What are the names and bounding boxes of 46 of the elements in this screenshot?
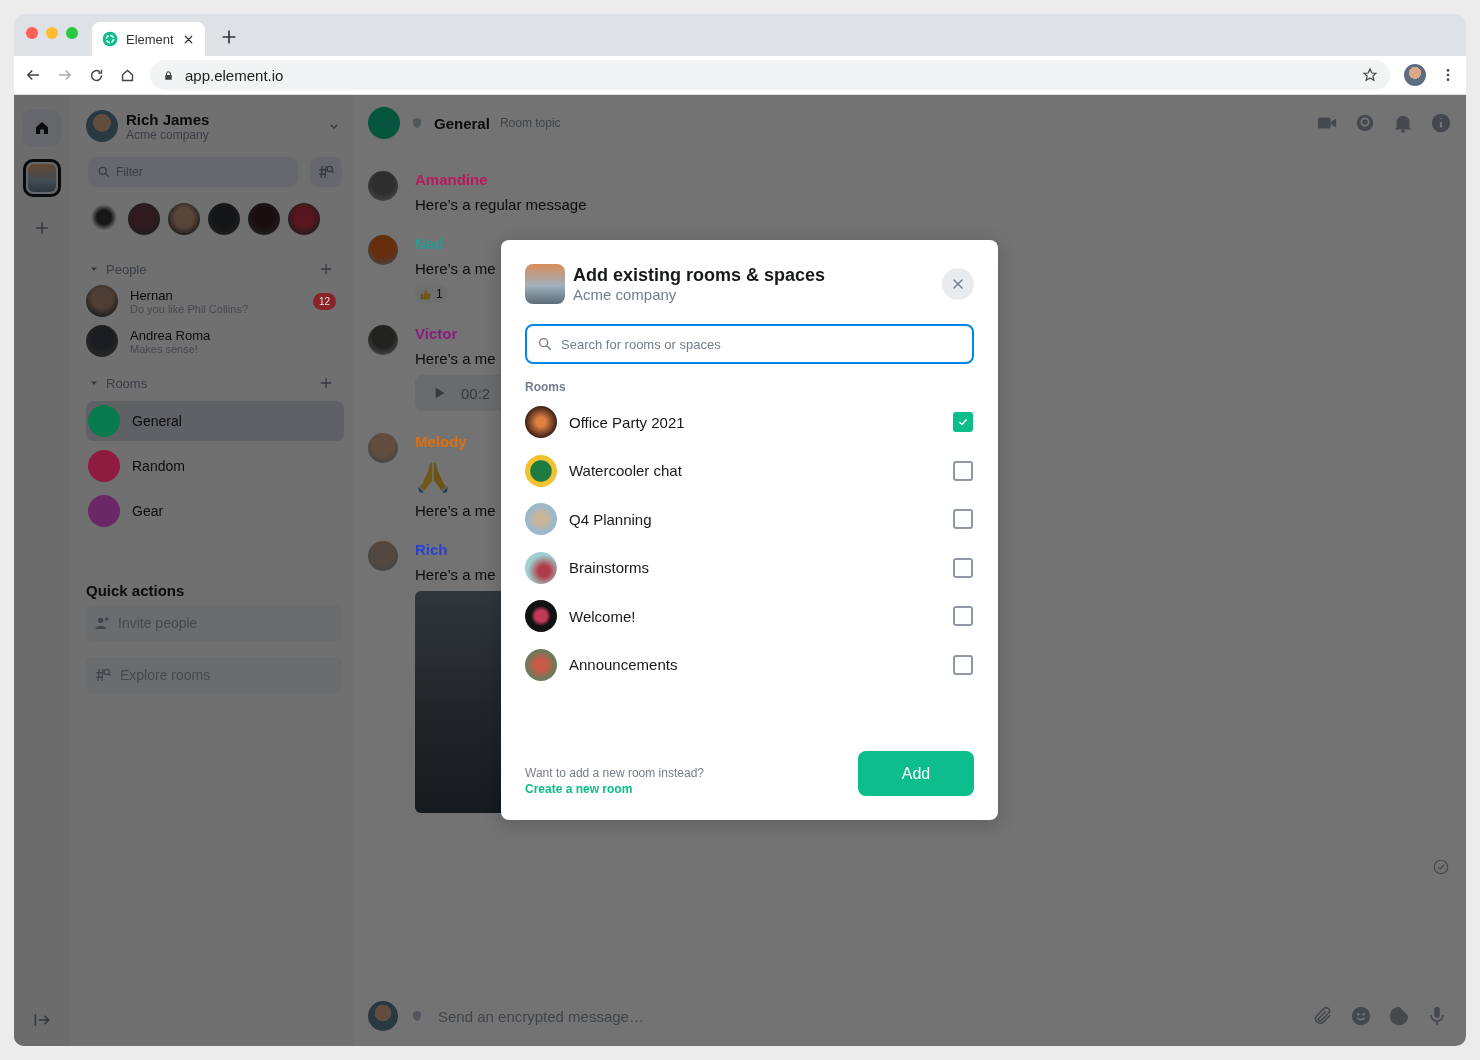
room-name: Announcements: [569, 656, 679, 674]
room-option[interactable]: Welcome!: [525, 592, 974, 641]
search-field[interactable]: Search for rooms or spaces: [525, 324, 974, 364]
browser-tab[interactable]: Element: [92, 22, 205, 56]
sender-name: Victor: [415, 325, 458, 342]
room-item[interactable]: Random: [86, 446, 344, 486]
room-option[interactable]: Announcements: [525, 640, 974, 689]
create-room-link[interactable]: Create a new room: [525, 782, 633, 796]
section-title: Rooms: [525, 380, 567, 394]
sender-name: Amandine: [415, 171, 488, 188]
room-name: Q4 Planning: [569, 510, 653, 528]
room-name: Watercooler chat: [569, 462, 683, 480]
reaction-chip[interactable]: 1: [415, 285, 447, 303]
address-bar[interactable]: app.element.io: [150, 60, 1390, 90]
room-name: Random: [132, 458, 185, 474]
message-text: Here’s a me: [415, 502, 496, 519]
url-text: app.element.io: [185, 66, 285, 84]
sender-name: Nad: [415, 235, 444, 252]
tab-title: Element: [126, 31, 174, 47]
room-option[interactable]: Q4 Planning: [525, 495, 974, 544]
room-option[interactable]: Watercooler chat: [525, 446, 974, 495]
user-name: Rich James: [126, 110, 211, 128]
person-name: Hernan: [130, 287, 174, 303]
section-title: Quick actions: [86, 582, 186, 599]
add-button[interactable]: Add: [858, 751, 974, 796]
sender-name: Melody: [415, 433, 467, 450]
room-item[interactable]: General: [86, 401, 344, 441]
sender-name: Rich: [415, 541, 448, 558]
person-name: Andrea Roma: [130, 327, 212, 343]
room-name: Brainstorms: [569, 559, 651, 577]
room-name: General: [132, 413, 182, 429]
dialog-title: Add existing rooms & spaces: [573, 265, 827, 286]
room-name: Office Party 2021: [569, 413, 686, 431]
room-option[interactable]: Office Party 2021: [525, 398, 974, 447]
message-text: Here’s a me: [415, 566, 496, 583]
room-name: General: [434, 114, 490, 132]
message-text: Here’s a me: [415, 350, 496, 367]
room-option[interactable]: Brainstorms: [525, 543, 974, 592]
dialog-subtitle: Acme company: [573, 286, 678, 303]
unread-count-badge: 12: [312, 292, 336, 310]
message-text: Here’s a regular message: [415, 196, 587, 213]
message-text: Here’s a me: [415, 260, 496, 277]
room-name: Gear: [132, 503, 164, 519]
room-name: Welcome!: [569, 607, 637, 625]
hint-text: Want to add a new room instead?: [525, 766, 704, 780]
room-item[interactable]: Gear: [86, 491, 344, 531]
